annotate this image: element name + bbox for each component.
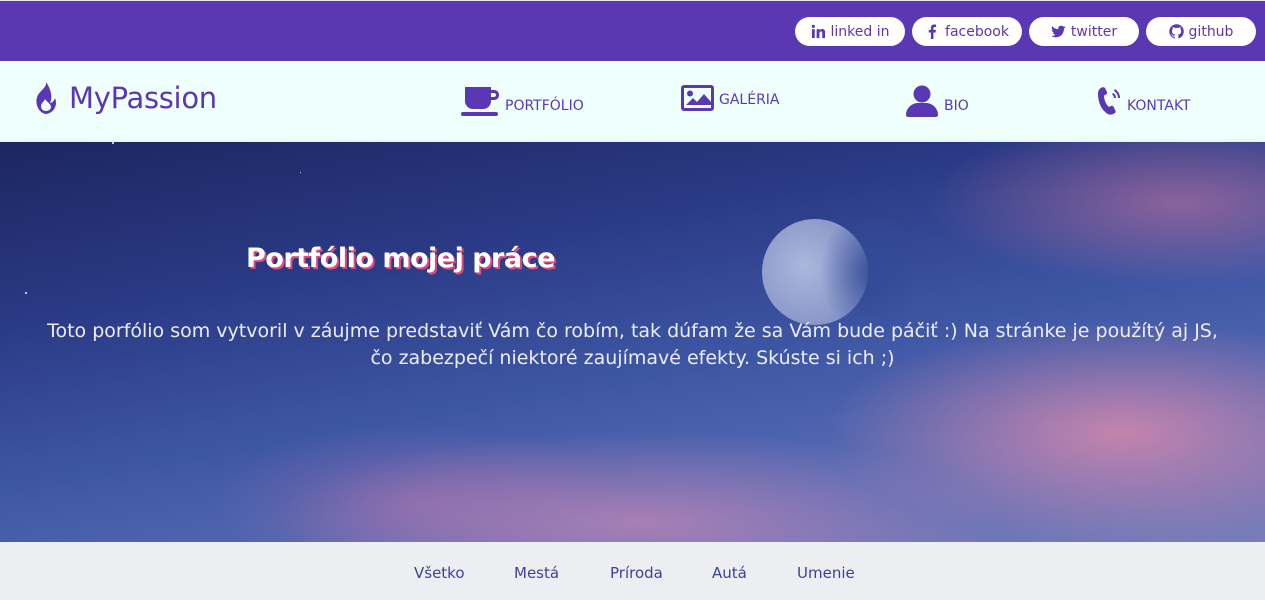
filter-all[interactable]: Všetko [414, 564, 465, 582]
twitter-icon [1051, 25, 1066, 38]
facebook-label: facebook [945, 23, 1009, 40]
image-icon [681, 85, 714, 111]
user-icon [906, 85, 938, 117]
nav-portfolio-label: PORTFÓLIO [505, 98, 584, 114]
filter-art[interactable]: Umenie [797, 564, 855, 582]
filter-nature[interactable]: Príroda [610, 564, 663, 582]
flame-icon [36, 82, 56, 114]
twitter-button[interactable]: twitter [1029, 17, 1139, 46]
nav-bio-label: BIO [944, 98, 969, 114]
coffee-cup-icon [461, 87, 499, 116]
hero-banner: Portfólio mojej práce Toto porfólio som … [0, 142, 1265, 542]
filter-cities[interactable]: Mestá [514, 564, 559, 582]
gallery-filter-bar: Všetko Mestá Príroda Autá Umenie [0, 542, 1265, 600]
facebook-icon [928, 24, 937, 39]
main-navbar: MyPassion PORTFÓLIO GALÉRIA BIO KONTAKT [0, 61, 1265, 142]
nav-portfolio[interactable]: PORTFÓLIO [460, 85, 584, 117]
brand-name: MyPassion [69, 81, 217, 115]
twitter-label: twitter [1070, 23, 1118, 40]
social-bar: linked in facebook twitter github [0, 0, 1265, 61]
nav-gallery[interactable]: GALÉRIA [681, 85, 780, 111]
github-button[interactable]: github [1146, 17, 1256, 46]
nav-gallery-label: GALÉRIA [719, 92, 780, 108]
star [112, 142, 114, 144]
github-label: github [1188, 23, 1234, 40]
hero-description: Toto porfólio som vytvoril v záujme pred… [47, 320, 1218, 369]
facebook-button[interactable]: facebook [912, 17, 1022, 46]
star [300, 172, 301, 173]
nav-bio[interactable]: BIO [905, 85, 969, 117]
linkedin-icon [811, 24, 825, 39]
phone-volume-icon [1098, 87, 1120, 115]
hero-title: Portfólio mojej práce [246, 243, 555, 274]
nav-contact-label: KONTAKT [1127, 98, 1191, 114]
brand-logo[interactable]: MyPassion [33, 81, 217, 115]
nav-contact[interactable]: KONTAKT [1097, 85, 1191, 117]
star [25, 292, 27, 294]
filter-cars[interactable]: Autá [712, 564, 747, 582]
linkedin-button[interactable]: linked in [795, 17, 905, 46]
linkedin-label: linked in [830, 23, 890, 40]
github-icon [1168, 24, 1184, 39]
